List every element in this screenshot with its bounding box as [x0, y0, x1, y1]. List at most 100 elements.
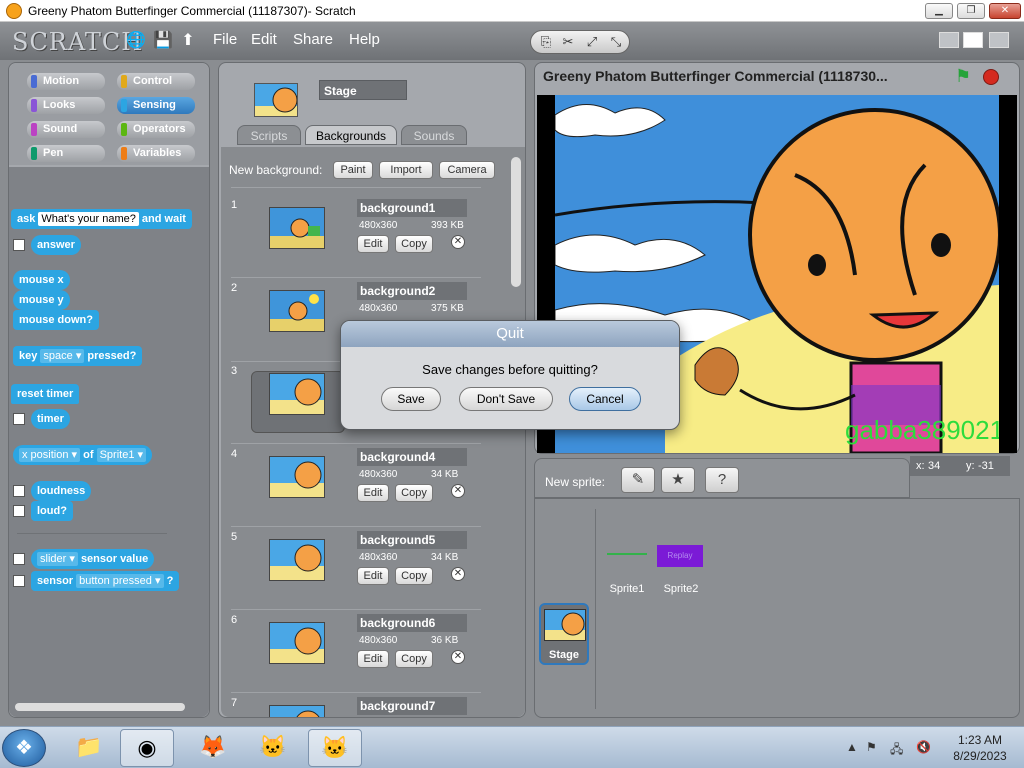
copy-button[interactable]: Copy [395, 567, 433, 585]
block-answer[interactable]: answer [31, 235, 81, 255]
tab-backgrounds[interactable]: Backgrounds [305, 125, 397, 145]
menu-help[interactable]: Help [349, 31, 380, 48]
palette-horizontal-scrollbar[interactable] [15, 703, 185, 711]
attribute-dropdown[interactable]: x position ▾ [19, 448, 81, 463]
sprite-name-field[interactable]: Stage [319, 80, 407, 100]
menu-file[interactable]: File [213, 31, 237, 48]
sprite-dropdown[interactable]: Sprite1 ▾ [96, 448, 147, 463]
green-flag-icon[interactable]: ⚑ [955, 67, 973, 85]
block-mouse-y[interactable]: mouse y [13, 290, 70, 310]
camera-button[interactable]: Camera [439, 161, 495, 179]
edit-button[interactable]: Edit [357, 650, 389, 668]
sensor-dropdown[interactable]: slider ▾ [37, 552, 78, 567]
volume-muted-icon[interactable]: 🔇 [916, 740, 931, 754]
delete-x-icon[interactable]: ✕ [451, 235, 465, 249]
loud-monitor-checkbox[interactable] [13, 505, 25, 517]
key-dropdown[interactable]: space ▾ [40, 349, 85, 364]
scratch-cat-icon[interactable]: 🐱 [246, 729, 300, 767]
small-stage-view-button[interactable] [939, 32, 959, 48]
category-sound[interactable]: Sound [27, 121, 105, 138]
copy-button[interactable]: Copy [395, 650, 433, 668]
edit-button[interactable]: Edit [357, 235, 389, 253]
category-variables[interactable]: Variables [117, 145, 195, 162]
tab-scripts[interactable]: Scripts [237, 125, 301, 145]
block-timer[interactable]: timer [31, 409, 70, 429]
category-looks[interactable]: Looks [27, 97, 105, 114]
menu-edit[interactable]: Edit [251, 31, 277, 48]
network-icon[interactable]: 🖧 [890, 740, 903, 761]
save-button[interactable]: Save [381, 387, 441, 411]
minimize-button[interactable]: ▁ [925, 3, 953, 19]
background-item[interactable]: 5 background5 480x360 34 KB Edit Copy ✕ [221, 531, 511, 613]
action-center-flag-icon[interactable]: ⚑ [866, 740, 877, 754]
paint-new-sprite-icon[interactable]: ✎ [621, 467, 655, 493]
sprite-tile-sprite1[interactable]: Sprite1 [601, 545, 653, 595]
sensor-pressed-monitor-checkbox[interactable] [13, 575, 25, 587]
delete-x-icon[interactable]: ✕ [451, 484, 465, 498]
choose-sprite-from-file-icon[interactable]: ★ [661, 467, 695, 493]
sensor-value-monitor-checkbox[interactable] [13, 553, 25, 565]
show-hidden-icons-chevron-icon[interactable]: ▲ [846, 740, 858, 754]
tab-sounds[interactable]: Sounds [401, 125, 467, 145]
edit-button[interactable]: Edit [357, 484, 389, 502]
loudness-monitor-checkbox[interactable] [13, 485, 25, 497]
delete-scissors-icon[interactable]: ✂ [559, 34, 577, 50]
delete-x-icon[interactable]: ✕ [451, 567, 465, 581]
sprite-tile-sprite2[interactable]: Replay Sprite2 [655, 545, 707, 595]
category-control[interactable]: Control [117, 73, 195, 90]
paint-button[interactable]: Paint [333, 161, 373, 179]
background-name[interactable]: background2 [357, 282, 467, 300]
edit-button[interactable]: Edit [357, 567, 389, 585]
ask-question-input[interactable]: What's your name? [38, 212, 139, 227]
save-disk-icon[interactable]: 💾 [153, 32, 173, 50]
block-loudness[interactable]: loudness [31, 481, 92, 501]
normal-stage-view-button[interactable] [963, 32, 983, 48]
category-sensing[interactable]: Sensing [117, 97, 195, 114]
delete-x-icon[interactable]: ✕ [451, 650, 465, 664]
button-pressed-dropdown[interactable]: button pressed ▾ [76, 574, 164, 589]
firefox-icon[interactable]: 🦊 [186, 729, 240, 767]
category-motion[interactable]: Motion [27, 73, 105, 90]
background-item[interactable]: 1 background1 480x360 393 KB Edit Copy ✕ [221, 199, 511, 281]
grow-icon[interactable]: ⤢ [583, 34, 601, 50]
language-globe-icon[interactable]: 🌐 [126, 32, 146, 50]
shrink-icon[interactable]: ⤡ [607, 34, 625, 50]
category-pen[interactable]: Pen [27, 145, 105, 162]
block-mouse-down[interactable]: mouse down? [13, 310, 99, 330]
block-ask[interactable]: ask What's your name? and wait [11, 209, 192, 229]
menu-share[interactable]: Share [293, 31, 333, 48]
stop-sign-icon[interactable] [983, 69, 999, 85]
duplicate-stamp-icon[interactable]: ⎘ [537, 34, 555, 50]
background-name[interactable]: background6 [357, 614, 467, 632]
random-sprite-icon[interactable]: ? [705, 467, 739, 493]
background-item[interactable]: 7 background7 [221, 697, 511, 717]
block-key-pressed[interactable]: key space ▾ pressed? [13, 346, 143, 366]
cancel-button[interactable]: Cancel [569, 387, 641, 411]
background-name[interactable]: background1 [357, 199, 467, 217]
clock-date[interactable]: 8/29/2023 [948, 749, 1012, 763]
maximize-button[interactable]: ❐ [957, 3, 985, 19]
copy-button[interactable]: Copy [395, 484, 433, 502]
category-operators[interactable]: Operators [117, 121, 195, 138]
block-reset-timer[interactable]: reset timer [11, 384, 80, 404]
timer-monitor-checkbox[interactable] [13, 413, 25, 425]
presentation-mode-button[interactable] [989, 32, 1009, 48]
chrome-icon[interactable]: ◉ [120, 729, 174, 767]
copy-button[interactable]: Copy [395, 235, 433, 253]
stage-tile[interactable]: Stage [539, 603, 589, 665]
background-name[interactable]: background7 [357, 697, 467, 715]
background-name[interactable]: background5 [357, 531, 467, 549]
share-upload-icon[interactable]: ⬆ [179, 32, 197, 50]
background-name[interactable]: background4 [357, 448, 467, 466]
background-item[interactable]: 6 background6 480x360 36 KB Edit Copy ✕ [221, 614, 511, 696]
block-sensor-value[interactable]: slider ▾ sensor value [31, 549, 155, 569]
start-button-windows-icon[interactable]: ❖ [2, 729, 46, 767]
block-loud[interactable]: loud? [31, 501, 73, 521]
close-window-button[interactable]: ✕ [989, 3, 1021, 19]
block-mouse-x[interactable]: mouse x [13, 270, 70, 290]
import-button[interactable]: Import [379, 161, 433, 179]
dont-save-button[interactable]: Don't Save [459, 387, 553, 411]
block-attribute-of[interactable]: x position ▾ of Sprite1 ▾ [13, 445, 153, 465]
background-item[interactable]: 4 background4 480x360 34 KB Edit Copy ✕ [221, 448, 511, 530]
clock-time[interactable]: 1:23 AM [948, 733, 1012, 747]
